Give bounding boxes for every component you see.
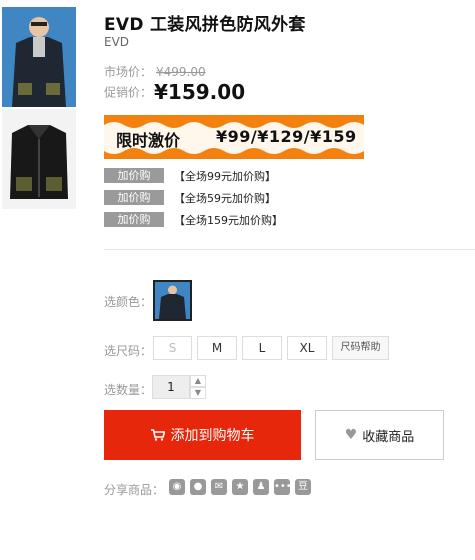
add-to-cart-button[interactable]: 添加到购物车 [104, 410, 301, 460]
addon-desc[interactable]: 【全场59元加价购】 [174, 190, 276, 206]
douban-icon[interactable]: 豆 [295, 479, 311, 495]
promo-banner[interactable]: 限时激价 ¥99/¥129/¥159 [104, 115, 364, 159]
addon-row[interactable]: 加价购 【全场99元加价购】 [104, 168, 276, 183]
size-label: 选尺码： [104, 344, 153, 358]
promo-price-label: 促销价： [104, 85, 153, 100]
quantity-up-icon[interactable]: ▲ [190, 375, 206, 387]
market-price-row: 市场价： ¥499.00 [104, 61, 206, 80]
size-option-m[interactable]: M [197, 336, 237, 360]
heart-icon: ♥ [344, 427, 358, 443]
product-thumbnail-2[interactable] [2, 109, 76, 209]
size-option-l[interactable]: L [242, 336, 282, 360]
banner-prices: ¥99/¥129/¥159 [216, 127, 357, 146]
favorite-label: 收藏商品 [362, 429, 415, 445]
cart-icon [150, 429, 165, 441]
swatch-photo [155, 282, 190, 319]
favorite-button[interactable]: ♥ 收藏商品 [315, 410, 444, 460]
color-label: 选颜色： [104, 295, 153, 309]
quantity-input[interactable]: 1 [152, 375, 190, 399]
jacket-photo [2, 109, 76, 209]
add-to-cart-label: 添加到购物车 [170, 428, 255, 444]
quantity-label: 选数量： [104, 383, 153, 397]
weibo-icon[interactable]: ◉ [169, 479, 185, 495]
color-swatch-selected[interactable] [153, 280, 192, 321]
addon-tag: 加价购 [104, 190, 164, 205]
renren-icon[interactable]: ••• [274, 479, 292, 495]
banner-label: 限时激价 [116, 131, 181, 150]
share-label: 分享商品： [104, 483, 165, 497]
addon-row[interactable]: 加价购 【全场59元加价购】 [104, 190, 276, 205]
product-title: EVD 工装风拼色防风外套 [104, 15, 306, 35]
wechat-icon[interactable]: ● [190, 479, 206, 495]
size-option-xl[interactable]: XL [287, 336, 327, 360]
product-thumbnail-1[interactable] [2, 7, 76, 107]
promo-price: ¥159.00 [154, 80, 246, 104]
addon-desc[interactable]: 【全场159元加价购】 [174, 212, 283, 228]
addon-row[interactable]: 加价购 【全场159元加价购】 [104, 212, 283, 227]
addon-tag: 加价购 [104, 168, 164, 183]
quantity-down-icon[interactable]: ▼ [190, 387, 206, 399]
model-photo [2, 7, 76, 107]
section-divider [104, 249, 475, 250]
product-brand: EVD [104, 35, 130, 49]
qq-icon[interactable]: ♟ [253, 479, 269, 495]
market-price: ¥499.00 [156, 65, 206, 79]
addon-tag: 加价购 [104, 212, 164, 227]
qzone-icon[interactable]: ✉ [211, 479, 227, 495]
market-price-label: 市场价： [104, 65, 153, 79]
size-option-s[interactable]: S [153, 336, 192, 360]
promo-price-row: 促销价： ¥159.00 [104, 80, 245, 104]
size-help-button[interactable]: 尺码帮助 [332, 336, 389, 360]
addon-desc[interactable]: 【全场99元加价购】 [174, 168, 276, 184]
star-icon[interactable]: ★ [232, 479, 248, 495]
